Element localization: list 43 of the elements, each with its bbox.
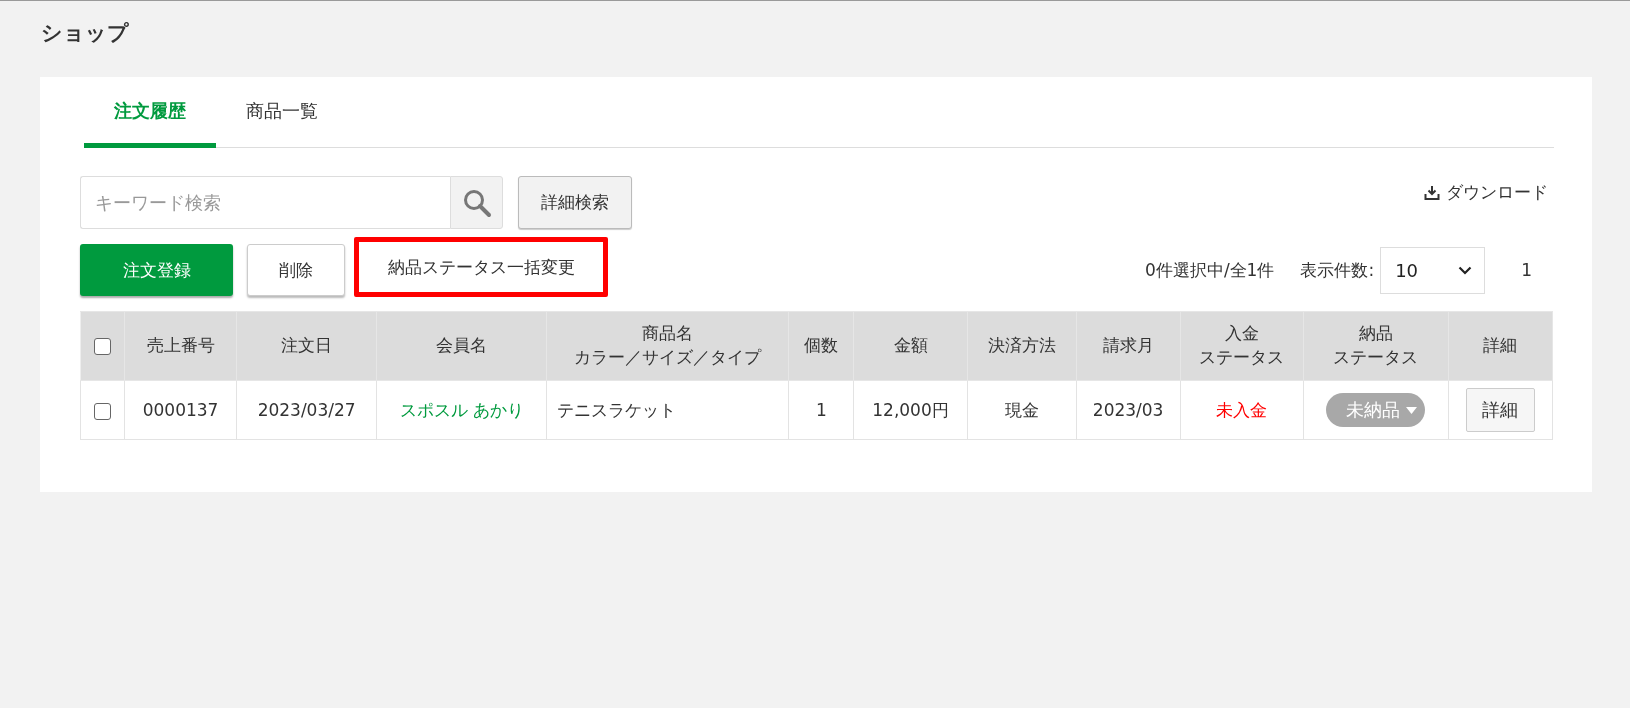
chevron-down-icon [1458,265,1473,275]
column-header: 売上番号 [146,334,215,358]
tab[interactable]: 注文履歴 [84,77,216,148]
table-cell-text: 1 [816,400,827,420]
table-cell-text: 0000137 [142,400,219,420]
column-header: 決済方法 [987,334,1056,358]
table-cell-text: 2023/03/27 [257,400,356,420]
column-subheader: ステータス [1333,346,1419,369]
download-link[interactable]: ダウンロード [1424,181,1548,204]
column-header: 商品名 [642,322,694,346]
advanced-search-button[interactable]: 詳細検索 [518,176,632,229]
tab[interactable]: 商品一覧 [216,77,348,148]
table-cell-text: 現金 [1004,399,1039,420]
search-field[interactable]: キーワード検索 [80,176,450,229]
column-header: 納品 [1358,322,1393,346]
table-cell-text: 2023/03 [1092,400,1164,420]
row-checkbox[interactable] [94,402,111,420]
table-cell-text: テニスラケット [557,399,677,420]
detail-button[interactable]: 詳細 [1465,388,1535,432]
page-size-select[interactable]: 10 [1380,246,1486,294]
register-button[interactable]: 注文登録 [80,244,233,296]
column-header: 注文日 [281,334,333,358]
page-number[interactable]: 1 [1515,259,1538,281]
table-cell-text: 12,000円 [872,399,949,420]
column-header: 請求月 [1102,334,1154,358]
download-icon [1424,184,1440,201]
page-title: ショップ [40,20,130,47]
column-header: 金額 [893,334,928,358]
select-all-checkbox[interactable] [94,337,111,355]
caret-icon [1406,406,1418,414]
column-subheader: カラー／サイズ／タイプ [574,346,762,369]
column-header: 個数 [804,334,839,358]
search-button[interactable] [450,176,503,229]
delete-button[interactable]: 削除 [247,244,345,296]
bulk-status-button[interactable]: 納品ステータス一括変更 [354,237,608,297]
page-size-label: 表示件数: [1300,258,1375,282]
column-header: 入金 [1224,322,1259,346]
search-icon [461,187,492,218]
selection-count: 0件選択中/全1件 [1145,258,1275,282]
column-header: 詳細 [1483,334,1518,358]
payment-status: 未入金 [1216,399,1268,420]
column-header: 会員名 [436,334,488,358]
column-subheader: ステータス [1199,346,1285,369]
